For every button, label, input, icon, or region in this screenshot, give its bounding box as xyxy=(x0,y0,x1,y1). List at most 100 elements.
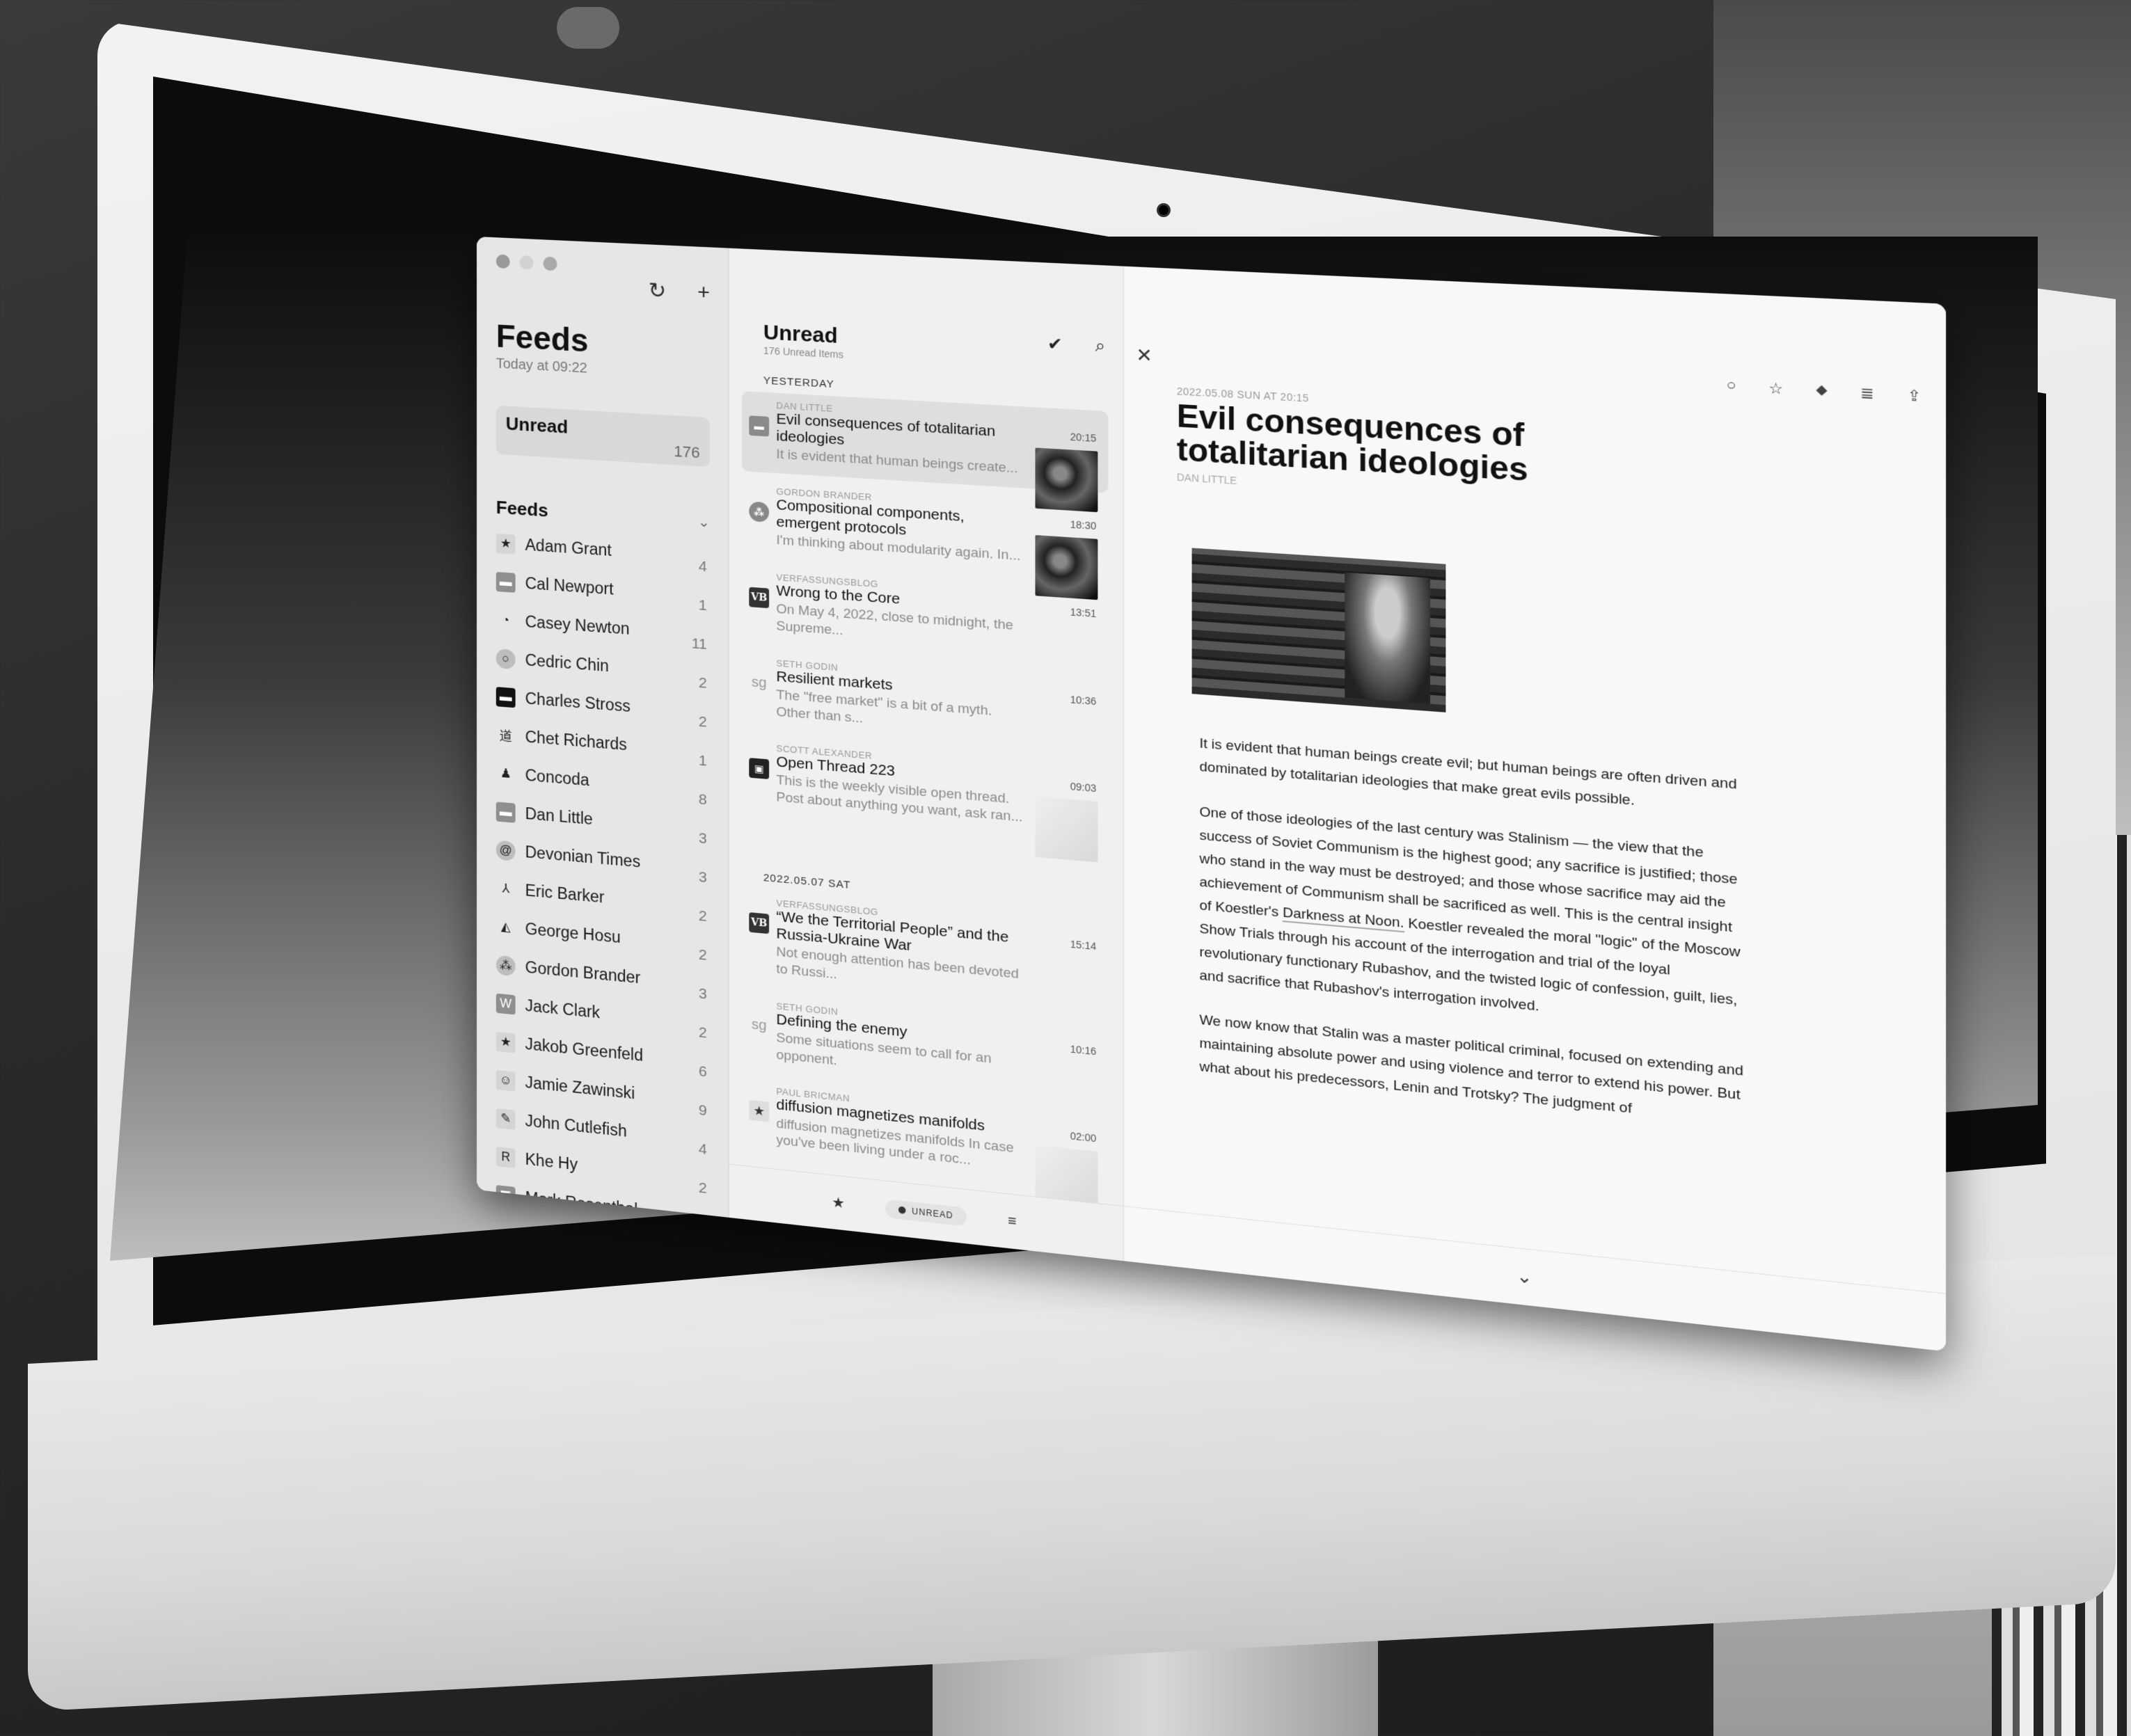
add-feed-icon[interactable]: + xyxy=(697,280,710,305)
feed-name: Khe Hy xyxy=(525,1149,578,1174)
feed-name: George Hosu xyxy=(525,919,621,947)
reader-toolbar: ○ ☆ ⬥ ≣ ⇪ xyxy=(1726,377,1921,406)
article-image xyxy=(1191,548,1446,713)
feed-name: Cal Newport xyxy=(525,573,614,598)
feed-name: Jack Clark xyxy=(525,996,601,1022)
source-icon: ▣ xyxy=(749,758,770,780)
star-icon[interactable]: ☆ xyxy=(1768,379,1783,399)
minimize-window-button[interactable] xyxy=(519,255,534,270)
star-icon: ★ xyxy=(496,1031,516,1053)
article-sections: Yesterday ▬ Dan Little Evil consequences of… xyxy=(742,374,1109,1258)
source-icon: ★ xyxy=(749,1100,770,1122)
feed-list: ★ Adam Grant 4 ▬ Cal Newport 1 ◔ Casey Newton 11… xyxy=(496,524,710,1276)
feed-name: Devonian Times xyxy=(525,843,641,871)
feed-name: Concoda xyxy=(525,765,589,790)
feed-name: Charles Stross xyxy=(525,689,631,716)
ceiling-light xyxy=(557,7,619,49)
article-time: 13:51 xyxy=(1070,606,1097,620)
unread-filter-label: UNREAD xyxy=(912,1205,953,1220)
unread-dot-icon xyxy=(898,1206,906,1214)
tag-icon[interactable]: ⬥ xyxy=(1816,381,1827,401)
close-icon[interactable]: ✕ xyxy=(1136,344,1152,367)
feed-name: Adam Grant xyxy=(525,535,612,559)
darkness-at-noon-link[interactable]: Darkness at Noon. xyxy=(1283,905,1404,933)
feed-unread-count: 3 xyxy=(698,985,707,1003)
search-icon[interactable]: ⌕ xyxy=(1095,336,1105,358)
feed-unread-count: 2 xyxy=(698,1024,707,1042)
platformer-icon: ◔ xyxy=(502,612,510,628)
source-icon: ⁂ xyxy=(749,501,770,523)
unread-filter-button[interactable]: UNREAD xyxy=(885,1198,967,1227)
source-icon: VB xyxy=(749,587,770,609)
feeds-section-header[interactable]: Feeds ⌄ xyxy=(496,485,710,532)
card-icon: ▬ xyxy=(496,571,516,593)
chevron-down-icon[interactable]: ⌄ xyxy=(698,497,710,532)
reader-pane: ✕ ○ ☆ ⬥ ≣ ⇪ 2022.05.08 SUN AT 20:15 Evil… xyxy=(1124,266,1947,1352)
article-time: 02:00 xyxy=(1070,1130,1097,1145)
article-time: 20:15 xyxy=(1070,431,1097,445)
paragraph-text: One of those ideologies of the last cent… xyxy=(1199,804,1738,936)
mark-unread-icon[interactable]: ○ xyxy=(1726,377,1736,397)
refresh-icon[interactable]: ↻ xyxy=(649,278,667,304)
r-logo-icon: R xyxy=(496,1146,516,1168)
scroll-down-icon[interactable]: ⌄ xyxy=(1516,1266,1532,1289)
sidebar-item-unread[interactable]: Unread 176 xyxy=(496,405,710,468)
article-body: It is evident that human beings create e… xyxy=(1199,733,1748,1133)
dots-circle-icon: ⁂ xyxy=(496,955,516,976)
sidebar: ↻ + Feeds Today at 09:22 Unread 176 Feed… xyxy=(477,237,729,1275)
feed-name: Jamie Zawinski xyxy=(525,1073,635,1103)
mark-all-read-icon[interactable]: ✔ xyxy=(1047,333,1062,355)
circle-icon: ○ xyxy=(496,648,516,669)
feed-name: Eric Barker xyxy=(525,881,605,907)
source-icon: ▬ xyxy=(749,415,770,437)
sort-icon[interactable]: ≡ xyxy=(1008,1213,1016,1230)
feed-name: Jakob Greenfeld xyxy=(525,1034,644,1065)
reader-view-icon[interactable]: ≣ xyxy=(1860,383,1874,403)
webcam xyxy=(1157,203,1171,217)
feed-name: Gordon Brander xyxy=(525,957,641,987)
feed-unread-count: 3 xyxy=(698,868,707,886)
runner-icon: ⅄ xyxy=(502,881,510,896)
share-icon[interactable]: ⇪ xyxy=(1907,386,1921,406)
article-list-item[interactable]: ▬ Dan Little Evil consequences of totalita… xyxy=(742,391,1109,513)
article-time: 18:30 xyxy=(1070,518,1097,532)
card-icon: ▬ xyxy=(496,686,516,708)
feed-unread-count: 2 xyxy=(698,674,707,692)
list-toolbar: ✔ ⌕ xyxy=(1047,333,1105,357)
feed-unread-count: 6 xyxy=(698,1062,707,1081)
feed-unread-count: 1 xyxy=(698,752,707,770)
wordpress-icon: W xyxy=(496,993,516,1014)
article-thumbnail xyxy=(1035,796,1098,863)
article-time: 09:03 xyxy=(1070,780,1097,795)
feed-unread-count: 1 xyxy=(698,597,707,614)
feed-unread-count: 2 xyxy=(698,946,707,964)
star-icon: ★ xyxy=(496,533,516,555)
swirl-icon: @ xyxy=(496,839,516,861)
feed-unread-count: 3 xyxy=(698,829,707,847)
starred-filter-icon[interactable]: ★ xyxy=(832,1193,845,1213)
penguin-icon: ◭ xyxy=(500,919,511,934)
window-controls xyxy=(496,254,710,278)
feed-name: John Cutlefish xyxy=(525,1111,627,1140)
card-icon: ▬ xyxy=(496,801,516,823)
feed-name: Chet Richards xyxy=(525,727,627,754)
source-icon: sg xyxy=(751,1017,767,1034)
article-time: 10:36 xyxy=(1070,693,1097,707)
unread-label: Unread xyxy=(505,413,569,438)
sketch-icon: ✎ xyxy=(496,1108,516,1130)
feeds-section-label: Feeds xyxy=(496,496,548,521)
kanji-icon: 道 xyxy=(499,728,512,744)
paragraph-text: Koestler revealed the moral "logic" of t… xyxy=(1199,915,1741,1014)
article-time: 15:14 xyxy=(1070,938,1097,953)
zoom-window-button[interactable] xyxy=(543,256,557,271)
feed-unread-count: 2 xyxy=(698,1179,707,1197)
feed-unread-count: 2 xyxy=(698,713,707,731)
feed-name: Cedric Chin xyxy=(525,651,609,676)
sidebar-toolbar: ↻ + xyxy=(649,278,710,306)
rss-reader-window: ↻ + Feeds Today at 09:22 Unread 176 Feed… xyxy=(477,237,1947,1352)
close-window-button[interactable] xyxy=(496,254,510,269)
feed-name: Dan Little xyxy=(525,804,593,829)
source-icon: sg xyxy=(751,674,767,692)
feed-unread-count: 4 xyxy=(698,1140,707,1158)
article-paragraph: One of those ideologies of the last cent… xyxy=(1199,801,1748,1037)
